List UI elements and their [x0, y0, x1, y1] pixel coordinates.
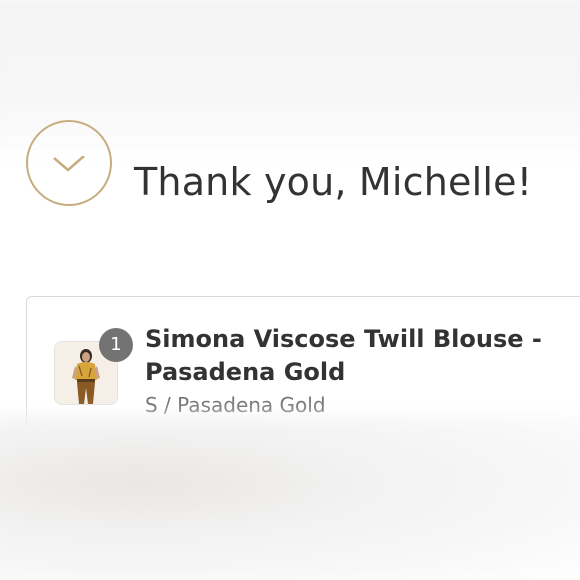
thank-you-title: Thank you, Michelle!: [134, 160, 533, 204]
line-item: Simona Viscose Twill Blouse - Pasadena G…: [145, 323, 545, 417]
thank-you-header: Thank you, Michelle!: [0, 120, 580, 220]
check-icon: [26, 120, 112, 206]
product-title: Simona Viscose Twill Blouse - Pasadena G…: [145, 325, 542, 386]
product-variant: S / Pasadena Gold: [145, 393, 326, 417]
checkout-confirmation-page: Thank you, Michelle! 1 Simona Viscose Tw…: [0, 0, 580, 580]
blurred-footer-region: [0, 416, 580, 580]
quantity-badge: 1: [99, 328, 133, 362]
